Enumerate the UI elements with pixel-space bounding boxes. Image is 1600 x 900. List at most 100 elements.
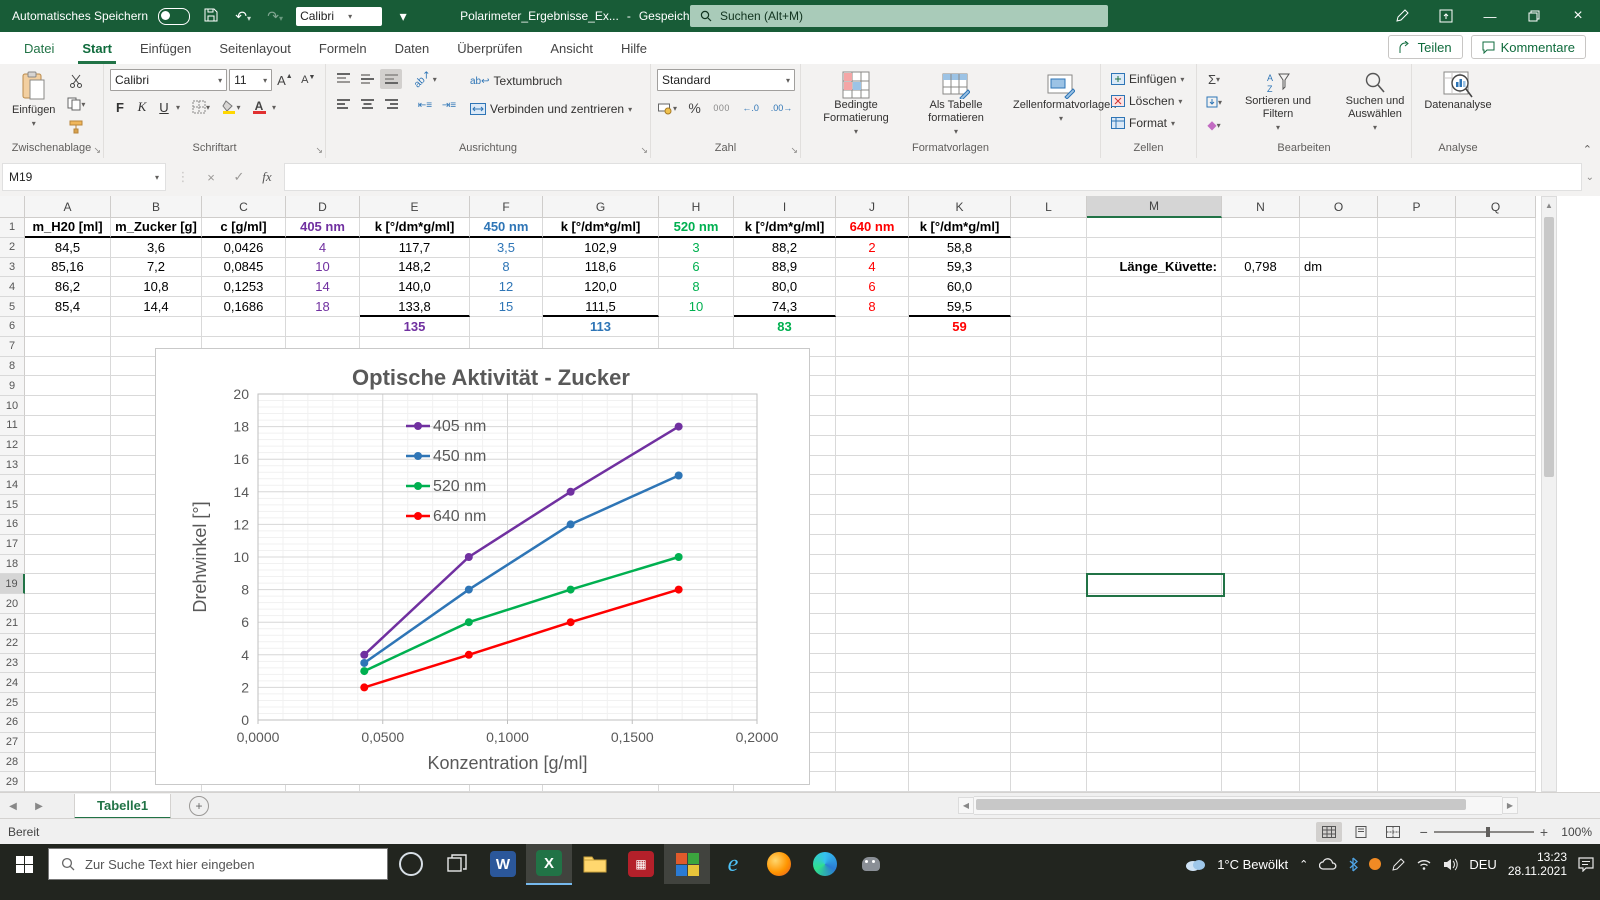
cell-A10[interactable] [25, 396, 111, 416]
cell-A5[interactable]: 85,4 [25, 297, 111, 317]
cell-O19[interactable] [1300, 574, 1378, 595]
cell-M13[interactable] [1087, 455, 1222, 476]
underline-button[interactable]: U [154, 97, 174, 117]
cell-D6[interactable] [286, 316, 360, 337]
cell-K28[interactable] [909, 752, 1011, 773]
cell-F2[interactable]: 3,5 [470, 237, 543, 258]
font-color-dropdown-icon[interactable]: ▾ [272, 103, 276, 112]
cell-L6[interactable] [1011, 316, 1087, 337]
row-header-11[interactable]: 11 [0, 415, 25, 436]
cell-M26[interactable] [1087, 712, 1222, 733]
cell-Q5[interactable] [1456, 297, 1536, 317]
row-header-13[interactable]: 13 [0, 455, 25, 476]
column-header-C[interactable]: C [202, 196, 286, 218]
cell-M1[interactable] [1087, 218, 1222, 238]
cell-F5[interactable]: 15 [470, 297, 543, 317]
align-bottom-icon[interactable] [380, 69, 402, 89]
prev-sheet-icon[interactable]: ◀ [0, 801, 26, 812]
zoom-level[interactable]: 100% [1554, 825, 1592, 839]
cell-N7[interactable] [1222, 336, 1300, 357]
cell-P17[interactable] [1378, 534, 1456, 555]
cell-Q7[interactable] [1456, 336, 1536, 357]
insert-function-icon[interactable]: fx [254, 165, 280, 189]
vertical-scrollbar[interactable]: ▲ [1541, 196, 1557, 792]
save-icon[interactable] [200, 8, 222, 25]
cell-N20[interactable] [1222, 594, 1300, 614]
scroll-up-icon[interactable]: ▲ [1542, 197, 1556, 213]
cell-O17[interactable] [1300, 534, 1378, 555]
cell-O23[interactable] [1300, 653, 1378, 674]
cell-J15[interactable] [836, 495, 909, 515]
cell-H3[interactable]: 6 [659, 257, 734, 278]
row-header-16[interactable]: 16 [0, 514, 25, 535]
cell-N16[interactable] [1222, 514, 1300, 535]
cell-P15[interactable] [1378, 495, 1456, 515]
cell-P5[interactable] [1378, 297, 1456, 317]
align-left-icon[interactable] [332, 95, 354, 115]
cell-K25[interactable] [909, 693, 1011, 713]
ribbon-tab-überprüfen[interactable]: Überprüfen [443, 32, 536, 64]
cell-O12[interactable] [1300, 435, 1378, 456]
cell-K9[interactable] [909, 376, 1011, 397]
formula-input[interactable] [284, 163, 1582, 191]
cell-H2[interactable]: 3 [659, 237, 734, 258]
page-layout-view-icon[interactable] [1348, 822, 1374, 842]
align-right-icon[interactable] [380, 95, 402, 115]
cell-M23[interactable] [1087, 653, 1222, 674]
cell-N15[interactable] [1222, 495, 1300, 515]
cell-Q24[interactable] [1456, 673, 1536, 694]
cell-K1[interactable]: k [°/dm*g/ml] [909, 218, 1011, 238]
cell-N3[interactable]: 0,798 [1222, 257, 1300, 278]
font-size-select[interactable]: 11 ▾ [229, 69, 273, 91]
cell-P23[interactable] [1378, 653, 1456, 674]
cell-L21[interactable] [1011, 613, 1087, 634]
cell-M28[interactable] [1087, 752, 1222, 773]
column-header-F[interactable]: F [470, 196, 543, 218]
cell-Q3[interactable] [1456, 257, 1536, 278]
cell-J20[interactable] [836, 594, 909, 614]
cell-Q27[interactable] [1456, 732, 1536, 753]
cell-Q28[interactable] [1456, 752, 1536, 773]
ribbon-tab-hilfe[interactable]: Hilfe [607, 32, 661, 64]
cell-N19[interactable] [1222, 574, 1300, 595]
onedrive-icon[interactable] [1319, 858, 1337, 870]
cell-L17[interactable] [1011, 534, 1087, 555]
cell-M27[interactable] [1087, 732, 1222, 753]
cell-F3[interactable]: 8 [470, 257, 543, 278]
cell-K2[interactable]: 58,8 [909, 237, 1011, 258]
cell-L1[interactable] [1011, 218, 1087, 238]
row-header-8[interactable]: 8 [0, 356, 25, 377]
cell-E4[interactable]: 140,0 [360, 277, 470, 298]
expand-formula-bar-icon[interactable]: ⌄ [1586, 172, 1594, 183]
cell-C6[interactable] [202, 316, 286, 337]
cell-A3[interactable]: 85,16 [25, 257, 111, 278]
cell-J10[interactable] [836, 396, 909, 416]
cell-N12[interactable] [1222, 435, 1300, 456]
cell-A27[interactable] [25, 732, 111, 753]
language-indicator[interactable]: DEU [1469, 857, 1496, 872]
cell-L20[interactable] [1011, 594, 1087, 614]
cell-F1[interactable]: 450 nm [470, 218, 543, 238]
clear-icon[interactable]: ◆ ▾ [1203, 115, 1225, 135]
cell-L15[interactable] [1011, 495, 1087, 515]
cell-E5[interactable]: 133,8 [360, 297, 470, 317]
cell-M22[interactable] [1087, 633, 1222, 654]
cell-P26[interactable] [1378, 712, 1456, 733]
select-all-corner[interactable] [0, 196, 25, 218]
row-header-20[interactable]: 20 [0, 594, 25, 614]
cell-N21[interactable] [1222, 613, 1300, 634]
pen-settings-icon[interactable] [1392, 857, 1406, 871]
cell-P27[interactable] [1378, 732, 1456, 753]
cell-N10[interactable] [1222, 396, 1300, 416]
cell-L22[interactable] [1011, 633, 1087, 654]
normal-view-icon[interactable] [1315, 822, 1342, 842]
cell-J14[interactable] [836, 475, 909, 496]
cell-M29[interactable] [1087, 772, 1222, 792]
cell-G1[interactable]: k [°/dm*g/ml] [543, 218, 659, 238]
cell-O20[interactable] [1300, 594, 1378, 614]
cell-P22[interactable] [1378, 633, 1456, 654]
cell-O21[interactable] [1300, 613, 1378, 634]
weather-text[interactable]: 1°C Bewölkt [1217, 857, 1288, 872]
column-header-N[interactable]: N [1222, 196, 1300, 218]
row-header-22[interactable]: 22 [0, 633, 25, 654]
